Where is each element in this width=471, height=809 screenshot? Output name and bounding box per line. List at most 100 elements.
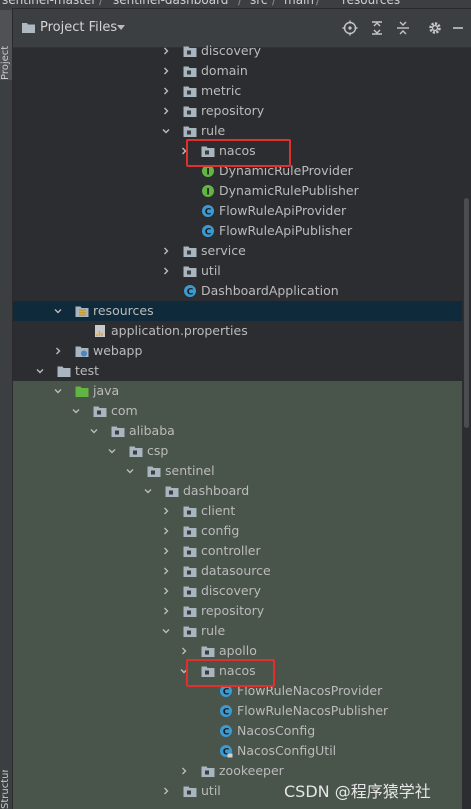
chevron-down-icon[interactable]	[54, 307, 62, 315]
structure-tab[interactable]: Structure	[0, 770, 12, 809]
svg-text:C: C	[223, 708, 230, 718]
tree-row[interactable]: metric	[13, 81, 462, 101]
tree-item-label: NacosConfig	[237, 723, 316, 738]
chevron-right-icon[interactable]	[162, 547, 170, 555]
chevron-down-icon[interactable]	[162, 127, 170, 135]
tree-row[interactable]: csp	[13, 441, 462, 461]
chevron-right-icon[interactable]	[180, 647, 188, 655]
svg-text:C: C	[223, 688, 230, 698]
chevron-right-icon[interactable]	[162, 267, 170, 275]
breadcrumb-item[interactable]: sentinel-dashboard	[113, 0, 228, 7]
tree-row[interactable]: alibaba	[13, 421, 462, 441]
tree-item-label: csp	[147, 443, 169, 458]
chevron-down-icon[interactable]	[108, 447, 116, 455]
tree-row[interactable]: datasource	[13, 561, 462, 581]
tree-row[interactable]: discovery	[13, 581, 462, 601]
chevron-right-icon[interactable]	[162, 527, 170, 535]
project-tab[interactable]: Project	[0, 10, 12, 80]
vertical-scrollbar[interactable]	[462, 48, 471, 809]
minimize-icon[interactable]	[450, 20, 466, 36]
tree-row[interactable]: repository	[13, 601, 462, 621]
tree-row[interactable]: util	[13, 261, 462, 281]
tree-row[interactable]: C NacosConfigUtil	[13, 741, 462, 761]
chevron-right-icon[interactable]	[162, 607, 170, 615]
tree-row[interactable]: C FlowRuleNacosPublisher	[13, 701, 462, 721]
svg-text:C: C	[187, 288, 194, 298]
tree-row[interactable]: resources	[13, 301, 462, 321]
tree-item-label: datasource	[201, 563, 271, 578]
chevron-down-icon[interactable]	[36, 367, 44, 375]
chevron-right-icon[interactable]	[54, 347, 62, 355]
tree-row[interactable]: service	[13, 241, 462, 261]
tree-row[interactable]: application.properties	[13, 321, 462, 341]
tree-row[interactable]: webapp	[13, 341, 462, 361]
locate-icon[interactable]	[342, 20, 358, 36]
chevron-right-icon[interactable]	[162, 787, 170, 795]
tree-row[interactable]: client	[13, 501, 462, 521]
breadcrumb-separator: /	[316, 0, 321, 7]
chevron-right-icon[interactable]	[162, 507, 170, 515]
chevron-right-icon[interactable]	[162, 567, 170, 575]
package-icon	[183, 606, 197, 617]
tree-item-label: rule	[201, 123, 226, 138]
tree-item-label: dashboard	[183, 483, 250, 498]
class-icon: C	[220, 725, 232, 738]
tree-row[interactable]: repository	[13, 101, 462, 121]
breadcrumb-item[interactable]: sentinel-master	[2, 0, 96, 7]
chevron-right-icon[interactable]	[162, 47, 170, 55]
chevron-right-icon[interactable]	[180, 767, 188, 775]
tree-row[interactable]: discovery	[13, 41, 462, 61]
chevron-down-icon[interactable]	[90, 427, 98, 435]
chevron-right-icon[interactable]	[162, 107, 170, 115]
package-icon	[201, 766, 215, 777]
package-icon	[183, 86, 197, 97]
view-selector[interactable]: Project Files	[40, 20, 117, 35]
tree-row[interactable]: C NacosConfig	[13, 721, 462, 741]
tree-row[interactable]: controller	[13, 541, 462, 561]
chevron-down-icon[interactable]	[126, 467, 134, 475]
breadcrumb-item[interactable]: src	[250, 0, 268, 7]
package-icon	[183, 546, 197, 557]
tree-row[interactable]: rule	[13, 121, 462, 141]
chevron-down-icon[interactable]	[162, 627, 170, 635]
tree-row[interactable]: domain	[13, 61, 462, 81]
package-icon	[183, 566, 197, 577]
gear-icon[interactable]	[427, 20, 443, 36]
tool-window-strip: Project Structure	[0, 8, 13, 809]
package-icon	[183, 266, 197, 277]
tree-item-label: NacosConfigUtil	[237, 743, 337, 758]
tree-row[interactable]: config	[13, 521, 462, 541]
tree-row[interactable]: C FlowRuleApiProvider	[13, 201, 462, 221]
breadcrumb-separator: /	[99, 0, 104, 7]
tree-row[interactable]: C FlowRuleApiPublisher	[13, 221, 462, 241]
tree-item-label: apollo	[219, 643, 257, 658]
chevron-right-icon[interactable]	[162, 587, 170, 595]
tree-row[interactable]: I DynamicRulePublisher	[13, 181, 462, 201]
tree-item-label: repository	[201, 103, 265, 118]
tree-row[interactable]: C DashboardApplication	[13, 281, 462, 301]
tree-row[interactable]: apollo	[13, 641, 462, 661]
tree-row[interactable]: dashboard	[13, 481, 462, 501]
tree-item-label: com	[111, 403, 138, 418]
chevron-right-icon[interactable]	[162, 67, 170, 75]
collapse-all-icon[interactable]	[395, 20, 411, 36]
chevron-down-icon[interactable]	[54, 387, 62, 395]
breadcrumb-item[interactable]: resources	[342, 0, 400, 7]
chevron-right-icon[interactable]	[162, 247, 170, 255]
chevron-right-icon[interactable]	[162, 87, 170, 95]
chevron-down-icon[interactable]	[117, 25, 125, 30]
expand-all-icon[interactable]	[369, 20, 385, 36]
package-icon	[183, 126, 197, 137]
chevron-down-icon[interactable]	[144, 487, 152, 495]
tree-item-label: FlowRuleApiPublisher	[219, 223, 353, 238]
tree-row[interactable]: rule	[13, 621, 462, 641]
breadcrumb-item[interactable]: main	[284, 0, 314, 7]
package-icon	[111, 426, 125, 437]
scrollbar-thumb[interactable]	[464, 198, 469, 428]
tree-row[interactable]: sentinel	[13, 461, 462, 481]
tree-row[interactable]: com	[13, 401, 462, 421]
tree-row[interactable]: java	[13, 381, 462, 401]
tree-item-label: alibaba	[129, 423, 175, 438]
chevron-down-icon[interactable]	[72, 407, 80, 415]
tree-row[interactable]: test	[13, 361, 462, 381]
